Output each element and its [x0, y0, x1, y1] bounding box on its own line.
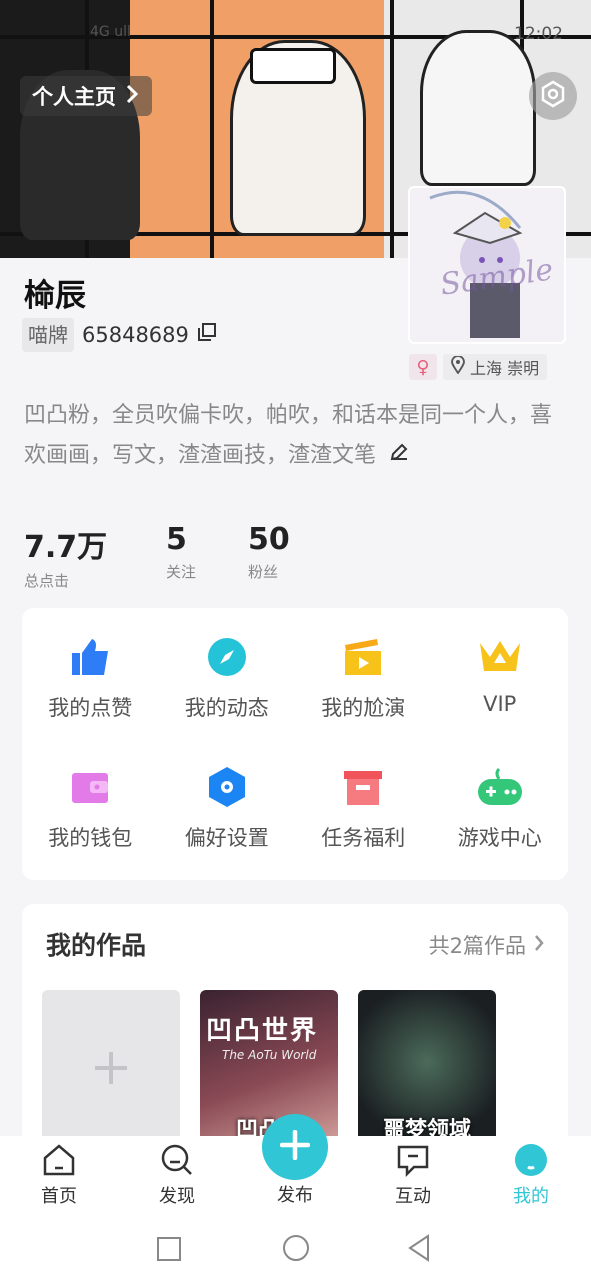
location-text: 上海 崇明: [470, 359, 540, 378]
tab-label: 发现: [159, 1186, 195, 1207]
clapperboard-icon: [340, 634, 386, 680]
tab-me[interactable]: 我的: [491, 1142, 571, 1208]
menu-label: VIP: [483, 692, 517, 716]
stat-value: 50: [248, 522, 290, 557]
wallet-icon: [67, 764, 113, 810]
plus-icon: [279, 1129, 311, 1164]
recent-apps-icon[interactable]: [156, 1236, 182, 1266]
gamepad-icon: [477, 764, 523, 810]
discover-icon: [159, 1142, 195, 1178]
profile-link-label: 个人主页: [32, 85, 116, 109]
user-bio[interactable]: 凹凸粉，全员吹偏卡吹，帕吹，和话本是同一个人，喜欢画画，写文，渣渣画技，渣渣文笔: [24, 396, 564, 476]
tab-label: 互动: [395, 1186, 431, 1207]
system-nav-bar: [0, 1216, 591, 1280]
gear-icon: [539, 80, 567, 112]
compass-icon: [204, 634, 250, 680]
menu-label: 任务福利: [321, 826, 406, 850]
status-time: 12:02: [514, 24, 563, 44]
me-icon: [513, 1142, 549, 1178]
menu-label: 我的点赞: [48, 696, 133, 720]
thumbs-up-icon: [67, 634, 113, 680]
stat-followers[interactable]: 50 粉丝: [248, 522, 290, 582]
chat-icon: [395, 1142, 431, 1178]
hexagon-settings-icon: [204, 764, 250, 810]
menu-my-posts[interactable]: 我的动态: [159, 634, 296, 754]
home-circle-icon[interactable]: [282, 1234, 310, 1266]
female-icon: ♀: [416, 356, 430, 378]
home-icon: [41, 1142, 77, 1178]
stat-label: 粉丝: [248, 563, 279, 581]
copy-icon[interactable]: [197, 322, 217, 347]
stat-following[interactable]: 5 关注: [166, 522, 196, 582]
stat-value: 7.7万: [24, 530, 108, 565]
menu-label: 我的动态: [184, 696, 269, 720]
location-badge: 上海 崇明: [443, 354, 548, 380]
menu-game-center[interactable]: 游戏中心: [432, 764, 569, 884]
profile-home-link[interactable]: 个人主页: [20, 76, 152, 116]
chevron-right-icon: [534, 933, 544, 957]
tab-interaction[interactable]: 互动: [373, 1142, 453, 1208]
tab-label: 发布: [277, 1185, 313, 1206]
stat-value: 5: [166, 522, 187, 557]
stat-total-clicks[interactable]: 7.7万 总点击: [24, 522, 107, 591]
tab-home[interactable]: 首页: [19, 1142, 99, 1208]
menu-label: 我的钱包: [48, 826, 133, 850]
work-thumbnail[interactable]: 噩梦领域: [358, 990, 496, 1150]
chevron-right-icon: [126, 84, 139, 109]
tab-publish-label[interactable]: 发布: [255, 1181, 335, 1207]
menu-task-rewards[interactable]: 任务福利: [295, 764, 432, 884]
user-badge: 喵牌: [22, 318, 74, 352]
stat-label: 关注: [166, 563, 197, 581]
menu-preferences[interactable]: 偏好设置: [159, 764, 296, 884]
menu-label: 偏好设置: [184, 826, 269, 850]
edit-pencil-icon[interactable]: [389, 436, 409, 476]
menu-my-performance[interactable]: 我的尬演: [295, 634, 432, 754]
location-pin-icon: [451, 355, 465, 378]
back-icon[interactable]: [406, 1234, 432, 1266]
plus-icon: [93, 1050, 129, 1090]
works-title: 我的作品: [46, 931, 147, 960]
avatar[interactable]: Sample: [408, 186, 566, 344]
bio-text: 凹凸粉，全员吹偏卡吹，帕吹，和话本是同一个人，喜欢画画，写文，渣渣画技，渣渣文笔: [24, 403, 553, 468]
gender-badge: ♀: [409, 354, 437, 380]
tab-label: 首页: [41, 1186, 77, 1207]
user-id: 65848689: [82, 322, 217, 347]
menu-vip[interactable]: VIP: [432, 634, 569, 754]
settings-button[interactable]: [529, 72, 577, 120]
add-work-button[interactable]: [42, 990, 180, 1150]
stat-label: 总点击: [24, 572, 70, 590]
menu-label: 我的尬演: [321, 696, 406, 720]
works-count-link[interactable]: 共2篇作品: [429, 930, 544, 960]
user-id-value: 65848689: [82, 322, 189, 347]
work-overlay-title: 凹凸世界: [206, 1016, 319, 1046]
gift-box-icon: [340, 764, 386, 810]
tab-label: 我的: [513, 1186, 549, 1207]
works-count: 共2篇作品: [428, 934, 526, 958]
publish-button[interactable]: [262, 1114, 328, 1180]
menu-my-likes[interactable]: 我的点赞: [22, 634, 159, 754]
tab-discover[interactable]: 发现: [137, 1142, 217, 1208]
menu-label: 游戏中心: [457, 826, 542, 850]
signal-indicator: 4G ull: [90, 24, 131, 40]
crown-icon: [477, 634, 523, 680]
user-name: 椧辰: [24, 278, 86, 314]
menu-my-wallet[interactable]: 我的钱包: [22, 764, 159, 884]
work-overlay-subtitle: The AoTu World: [222, 1048, 317, 1062]
feature-menu-card: 我的点赞 我的动态 我的尬演 VIP 我的钱包 偏好设置 任务福利 游戏中心: [22, 608, 568, 880]
